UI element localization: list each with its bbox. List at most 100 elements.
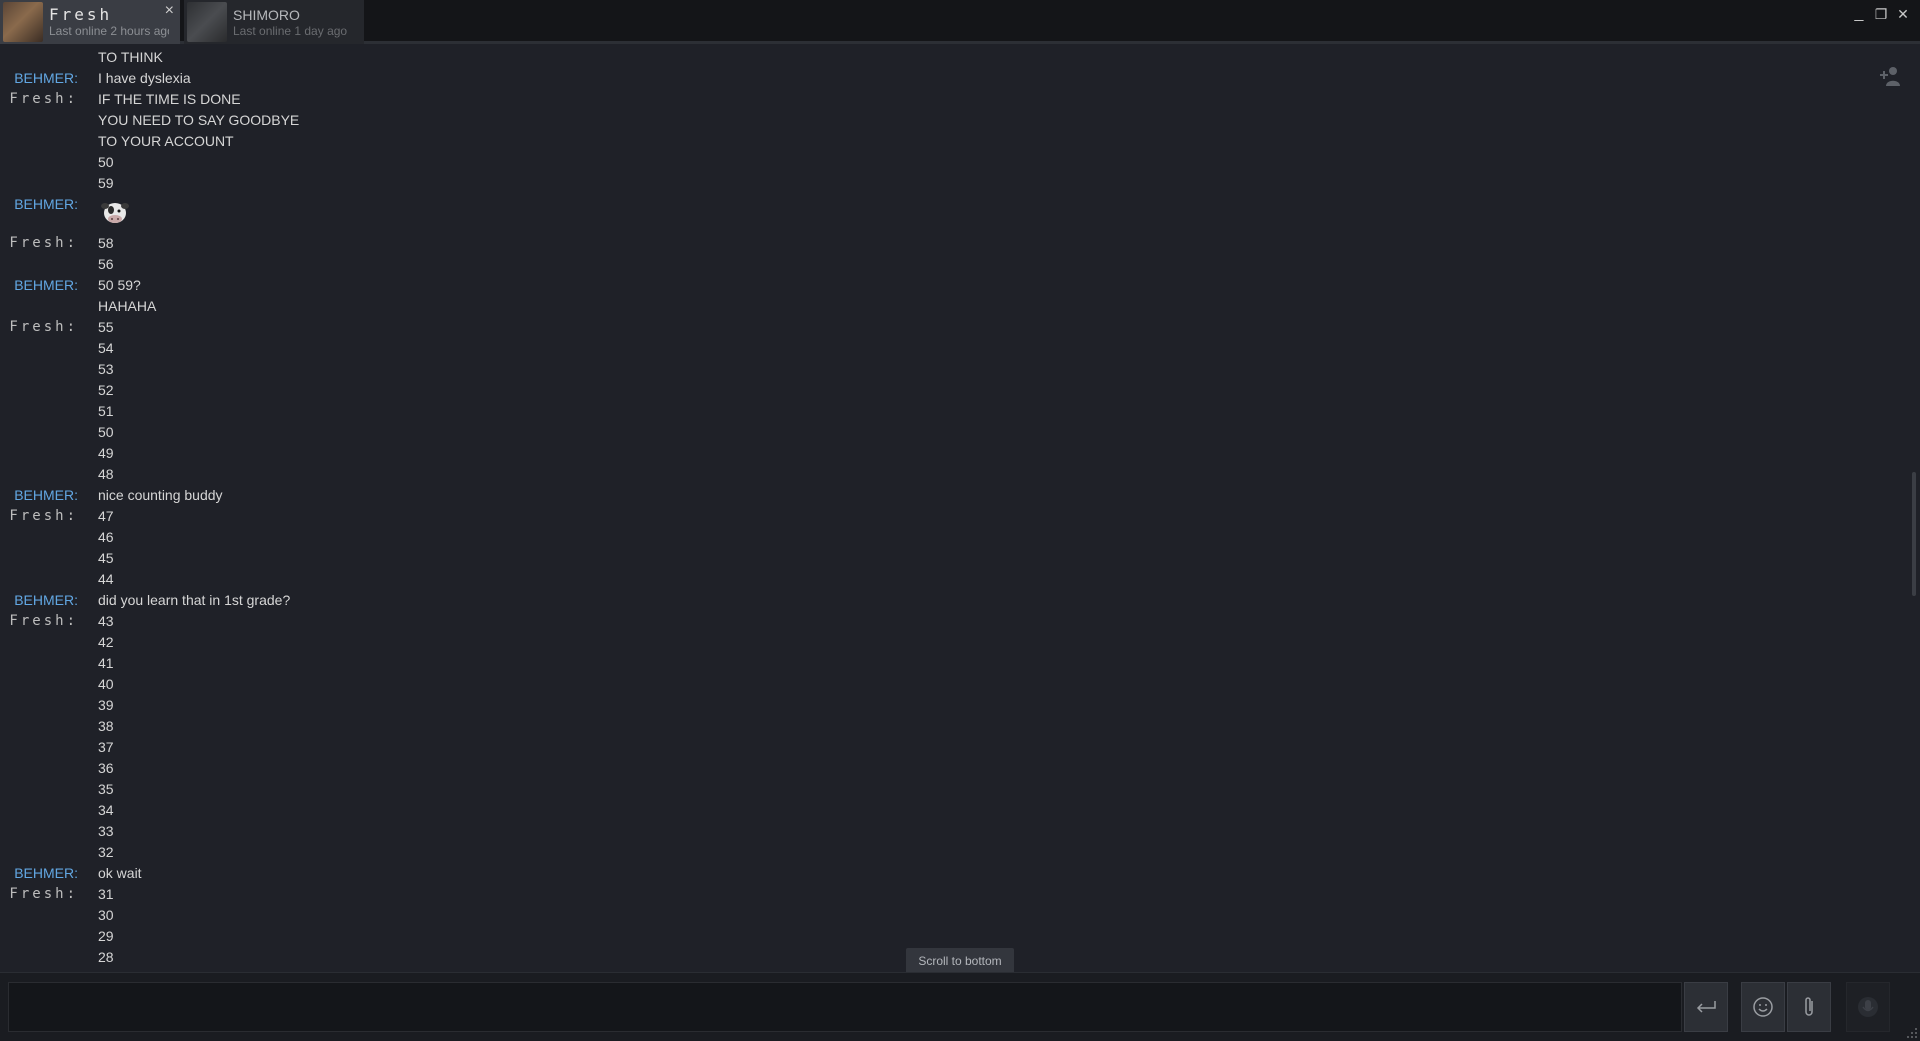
message-text: 35 [98,781,114,797]
message-sender: BEHMER: [14,865,78,881]
chat-message: Fresh: 47 [0,506,1906,527]
message-text: 56 [98,256,114,272]
tab-text: SHIMORO Last online 1 day ago [233,6,353,39]
chat-message: 38 [0,716,1906,737]
chat-message: 48 [0,464,1906,485]
emoticon-button[interactable] [1741,982,1785,1032]
chat-message: 42 [0,632,1906,653]
microphone-icon [1858,997,1878,1017]
message-text: 51 [98,403,114,419]
chat-message: 34 [0,800,1906,821]
message-sender: Fresh: [9,91,78,107]
resize-grip-icon[interactable] [1906,1027,1918,1039]
chat-message: YOU NEED TO SAY GOODBYE [0,110,1906,131]
chat-message: Fresh: 43 [0,611,1906,632]
restore-button[interactable]: ❐ [1870,2,1892,26]
message-text: 48 [98,466,114,482]
message-text: 44 [98,571,114,587]
message-sender: Fresh: [9,235,78,251]
tab-fresh[interactable]: Fresh Last online 2 hours ago × [0,0,180,44]
tab-text: Fresh Last online 2 hours ago [49,6,169,39]
message-text: 40 [98,676,114,692]
message-text: did you learn that in 1st grade? [98,592,291,608]
chat-message: 56 [0,254,1906,275]
chat-message: 51 [0,401,1906,422]
scroll-to-bottom-button[interactable]: Scroll to bottom [906,948,1014,974]
chat-message: BEHMER: [0,194,1906,233]
smiley-icon [1753,997,1773,1017]
chat-message: 54 [0,338,1906,359]
message-text: IF THE TIME IS DONE [98,91,241,107]
message-sender: BEHMER: [14,277,78,293]
tab-status: Last online 2 hours ago [49,23,169,38]
chat-message: 50 [0,422,1906,443]
message-text: 58 [98,235,114,251]
message-text: 53 [98,361,114,377]
message-input[interactable] [8,982,1682,1032]
chat-message: 35 [0,779,1906,800]
chat-message: BEHMER: 50 59? [0,275,1906,296]
message-text: HAHAHA [98,298,157,314]
message-text: 59 [98,175,114,191]
chat-message: Fresh: 31 [0,884,1906,905]
message-sender: Fresh: [9,886,78,902]
message-text: 31 [98,886,114,902]
close-tab-icon[interactable]: × [165,2,174,20]
message-text: TO THINK [98,49,163,65]
message-text: 50 59? [98,277,141,293]
send-button[interactable] [1684,982,1728,1032]
message-sender: BEHMER: [14,70,78,86]
message-text: 38 [98,718,114,734]
close-window-button[interactable]: ✕ [1892,2,1914,26]
scrollbar-thumb[interactable] [1912,472,1916,596]
message-text: 43 [98,613,114,629]
message-text: 30 [98,907,114,923]
chat-message: BEHMER: I have dyslexia [0,68,1906,89]
message-text: 37 [98,739,114,755]
message-text: 28 [98,949,114,965]
invite-friend-icon[interactable] [1878,64,1902,88]
chat-message: 32 [0,842,1906,863]
chat-message: 46 [0,527,1906,548]
cow-emoticon-icon [101,203,129,223]
minimize-button[interactable]: _ [1848,2,1870,26]
tab-shimoro[interactable]: SHIMORO Last online 1 day ago [184,0,364,44]
message-text: 49 [98,445,114,461]
chat-message: 33 [0,821,1906,842]
chat-message: 59 [0,173,1906,194]
message-text: 34 [98,802,114,818]
message-text: 54 [98,340,114,356]
title-bar: Fresh Last online 2 hours ago × SHIMORO … [0,0,1920,44]
chat-message: 50 [0,152,1906,173]
message-text: 42 [98,634,114,650]
chat-message: HAHAHA [0,296,1906,317]
message-text: 55 [98,319,114,335]
chat-message: 53 [0,359,1906,380]
message-text: 45 [98,550,114,566]
chat-log: TO THINK BEHMER: I have dyslexia Fresh: IF T… [0,47,1906,972]
avatar [3,2,43,42]
attach-button[interactable] [1787,982,1831,1032]
chat-message: 36 [0,758,1906,779]
chat-message: 44 [0,569,1906,590]
chat-message: 40 [0,674,1906,695]
chat-message: BEHMER: ok wait [0,863,1906,884]
chat-message: 41 [0,653,1906,674]
chat-message: 52 [0,380,1906,401]
paperclip-icon [1805,997,1813,1016]
tab-status: Last online 1 day ago [233,23,348,38]
message-text: 36 [98,760,114,776]
chat-message: TO THINK [0,47,1906,68]
chat-message: 29 [0,926,1906,947]
voice-chat-button[interactable] [1846,982,1890,1032]
message-text: 29 [98,928,114,944]
chat-message: 30 [0,905,1906,926]
message-text: 33 [98,823,114,839]
message-sender: Fresh: [9,613,78,629]
chat-message: 37 [0,737,1906,758]
message-text: 52 [98,382,114,398]
chat-message: BEHMER: nice counting buddy [0,485,1906,506]
message-sender: Fresh: [9,319,78,335]
chat-message: BEHMER: did you learn that in 1st grade? [0,590,1906,611]
message-text: YOU NEED TO SAY GOODBYE [98,112,300,128]
